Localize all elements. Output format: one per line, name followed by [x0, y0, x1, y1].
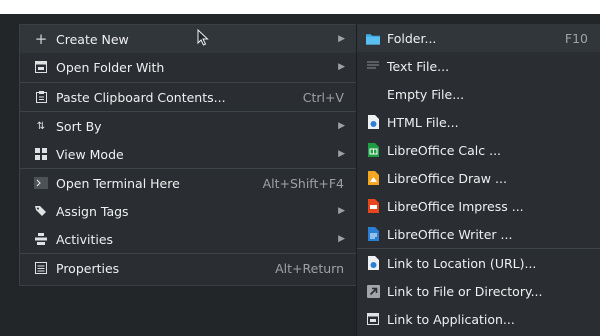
submenu-item-libreoffice-calc[interactable]: LibreOffice Calc ... [357, 136, 600, 164]
submenu-arrow-icon: ▶ [338, 62, 345, 72]
menu-item-label: Open Terminal Here [56, 175, 180, 191]
folder-icon [366, 31, 380, 45]
submenu-arrow-icon: ▶ [338, 206, 345, 216]
text-file-icon [366, 59, 380, 73]
application-icon [366, 312, 380, 326]
submenu-item-libreoffice-writer[interactable]: LibreOffice Writer ... [357, 220, 600, 248]
menu-item-label: HTML File... [387, 114, 459, 130]
menu-item-label: LibreOffice Writer ... [387, 226, 513, 242]
submenu-item-text-file[interactable]: Text File... [357, 52, 600, 80]
tag-icon [34, 204, 48, 218]
submenu-arrow-icon: ▶ [338, 149, 345, 159]
libreoffice-draw-icon [366, 171, 380, 185]
menu-item-properties[interactable]: Properties Alt+Return [20, 254, 356, 282]
menu-item-label: LibreOffice Draw ... [387, 170, 507, 186]
menu-item-label: Link to File or Directory... [387, 283, 543, 299]
menu-item-label: LibreOffice Impress ... [387, 198, 524, 214]
menu-item-open-folder-with[interactable]: Open Folder With ▶ [20, 53, 356, 81]
menu-item-create-new[interactable]: + Create New ▶ [20, 25, 356, 53]
menu-item-label: Sort By [56, 118, 102, 134]
menu-item-shortcut: F10 [564, 30, 588, 46]
menu-item-label: Link to Application... [387, 311, 515, 327]
menu-item-label: View Mode [56, 146, 124, 162]
menu-item-shortcut: Ctrl+V [302, 89, 344, 105]
submenu-item-link-application[interactable]: Link to Application... [357, 305, 600, 333]
submenu-item-empty-file[interactable]: Empty File... [357, 80, 600, 108]
menu-item-label: Link to Location (URL)... [387, 255, 537, 271]
menu-item-activities[interactable]: Activities ▶ [20, 225, 356, 253]
menu-item-shortcut: Alt+Return [275, 260, 344, 276]
menu-item-view-mode[interactable]: View Mode ▶ [20, 140, 356, 168]
context-menu: + Create New ▶ Open Folder With ▶ Paste … [19, 24, 356, 286]
clipboard-icon [34, 90, 48, 104]
menu-item-label: LibreOffice Calc ... [387, 142, 502, 158]
libreoffice-calc-icon [366, 143, 380, 157]
menu-item-sort-by[interactable]: ⇅ Sort By ▶ [20, 112, 356, 140]
libreoffice-impress-icon [366, 199, 380, 213]
terminal-icon [34, 176, 48, 190]
empty-file-icon [366, 87, 380, 101]
create-new-submenu: Folder... F10 Text File... Empty File...… [356, 24, 600, 336]
submenu-item-libreoffice-draw[interactable]: LibreOffice Draw ... [357, 164, 600, 192]
menu-item-label: Open Folder With [56, 59, 165, 75]
libreoffice-writer-icon [366, 227, 380, 241]
menu-item-label: Properties [56, 260, 120, 276]
menu-item-open-terminal[interactable]: Open Terminal Here Alt+Shift+F4 [20, 169, 356, 197]
menu-item-label: Activities [56, 231, 114, 247]
desktop-top-strip [0, 0, 600, 14]
menu-item-shortcut: Alt+Shift+F4 [262, 175, 344, 191]
mouse-cursor-icon [197, 28, 209, 49]
menu-item-label: Text File... [387, 58, 450, 74]
submenu-item-libreoffice-impress[interactable]: LibreOffice Impress ... [357, 192, 600, 220]
submenu-arrow-icon: ▶ [338, 234, 345, 244]
menu-item-paste-clipboard[interactable]: Paste Clipboard Contents... Ctrl+V [20, 83, 356, 111]
menu-item-label: Assign Tags [56, 203, 129, 219]
menu-item-assign-tags[interactable]: Assign Tags ▶ [20, 197, 356, 225]
submenu-item-link-url[interactable]: Link to Location (URL)... [357, 249, 600, 277]
submenu-item-folder[interactable]: Folder... F10 [357, 24, 600, 52]
properties-icon [34, 261, 48, 275]
activities-icon [34, 232, 48, 246]
menu-item-label: Empty File... [387, 86, 465, 102]
menu-item-label: Create New [56, 31, 129, 47]
submenu-item-html-file[interactable]: HTML File... [357, 108, 600, 136]
link-url-icon [366, 256, 380, 270]
submenu-item-link-file[interactable]: Link to File or Directory... [357, 277, 600, 305]
menu-item-label: Folder... [387, 30, 437, 46]
plus-icon: + [34, 30, 48, 48]
sort-icon: ⇅ [36, 120, 46, 132]
menu-item-label: Paste Clipboard Contents... [56, 89, 226, 105]
html-file-icon [366, 115, 380, 129]
submenu-arrow-icon: ▶ [338, 34, 345, 44]
submenu-arrow-icon: ▶ [338, 121, 345, 131]
window-icon [34, 60, 48, 74]
grid-icon [34, 147, 48, 161]
link-arrow-icon [366, 284, 380, 298]
